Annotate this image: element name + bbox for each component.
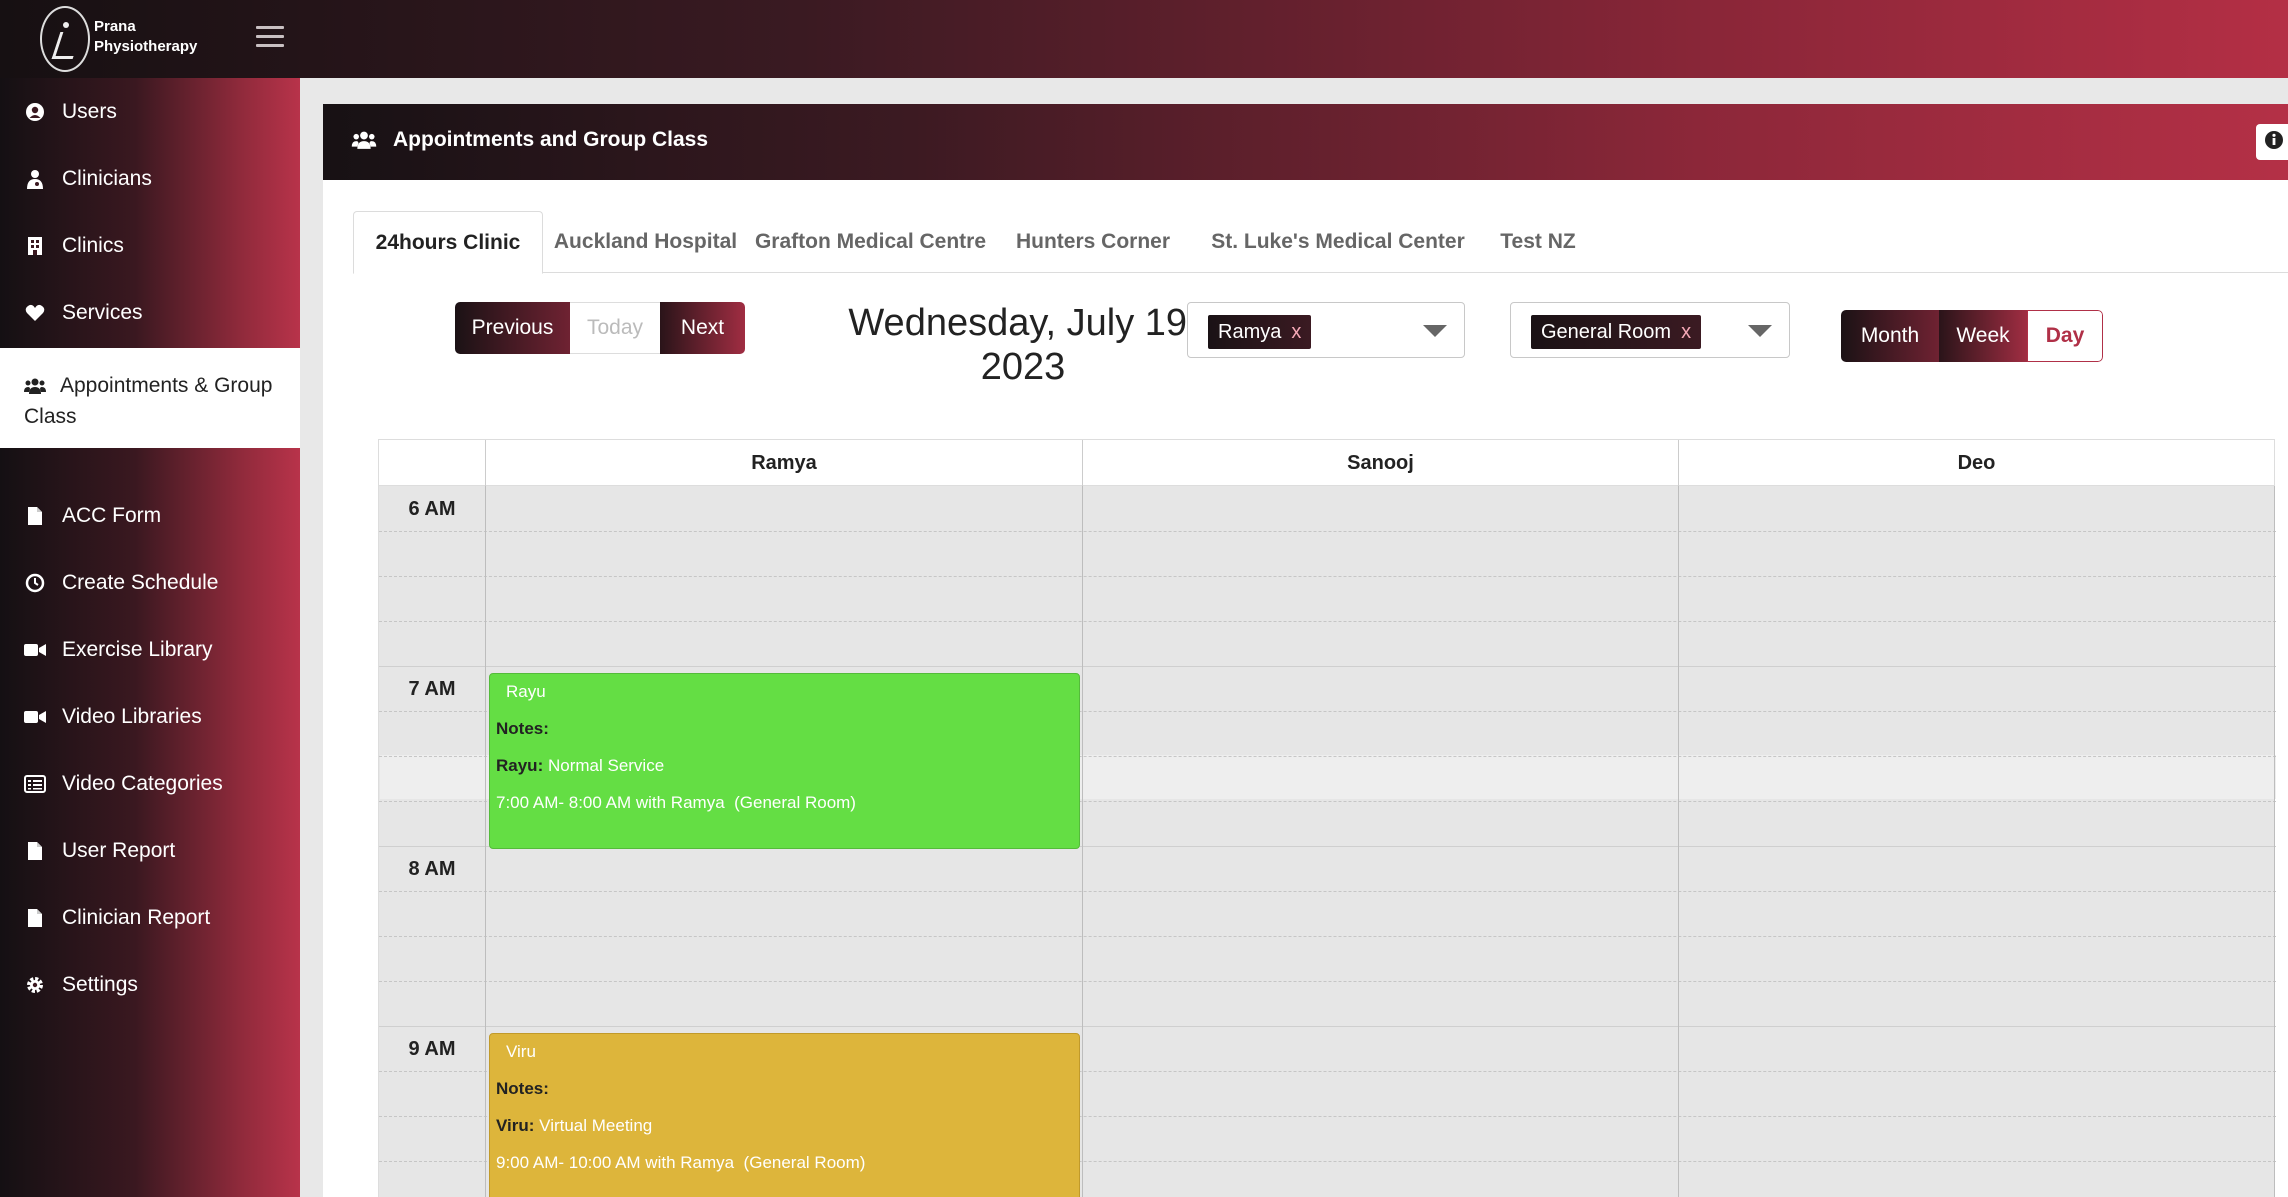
- day-calendar: Ramya Sanooj Deo 6 AM 7 AM 8 AM 9 AM Ray…: [378, 439, 2276, 1197]
- remove-clinician-button[interactable]: x: [1291, 321, 1301, 344]
- column-header-ramya: Ramya: [485, 440, 1082, 487]
- appointments-card: Appointments and Group Class 24hours Cli…: [323, 104, 2288, 1197]
- week-view-button[interactable]: Week: [1939, 310, 2027, 362]
- tab-st-lukes-medical-center[interactable]: St. Luke's Medical Center: [1193, 211, 1483, 273]
- page-title: Appointments and Group Class: [393, 128, 709, 151]
- date-title: Wednesday, July 19, 2023: [848, 302, 1198, 388]
- clinic-tabs: 24hours Clinic Auckland Hospital Grafton…: [353, 211, 2288, 274]
- hamburger-menu-icon[interactable]: [256, 26, 284, 48]
- time-label-8am: 8 AM: [408, 858, 456, 880]
- view-button-group: Month Week Day: [1841, 310, 2103, 362]
- info-button[interactable]: [2256, 124, 2288, 160]
- brand-name: Prana Physiotherapy: [94, 18, 198, 55]
- clinician-chip: Ramya x: [1208, 315, 1312, 349]
- sidebar-item-acc-form[interactable]: ACC Form: [0, 482, 300, 549]
- card-header: Appointments and Group Class: [323, 104, 2288, 180]
- clock-icon: [24, 572, 46, 594]
- clinician-select[interactable]: Ramya x: [1187, 302, 1465, 358]
- calendar-body: 6 AM 7 AM 8 AM 9 AM Rayu Notes: Rayu: No…: [378, 486, 2276, 1197]
- chevron-down-icon[interactable]: [1423, 325, 1447, 337]
- tab-hunters-corner[interactable]: Hunters Corner: [993, 211, 1193, 273]
- previous-button[interactable]: Previous: [455, 302, 570, 354]
- tab-grafton-medical-centre[interactable]: Grafton Medical Centre: [748, 211, 993, 273]
- column-header-deo: Deo: [1678, 440, 2274, 487]
- room-chip: General Room x: [1531, 315, 1702, 349]
- user-circle-icon: [24, 101, 46, 123]
- chevron-down-icon[interactable]: [1748, 325, 1772, 337]
- sidebar-item-settings[interactable]: Settings: [0, 951, 300, 1018]
- remove-room-button[interactable]: x: [1681, 321, 1691, 344]
- sidebar-item-video-categories[interactable]: Video Categories: [0, 750, 300, 817]
- video-icon: [24, 639, 46, 661]
- time-label-6am: 6 AM: [408, 498, 456, 520]
- heart-icon: [24, 302, 46, 324]
- users-icon: [351, 130, 377, 155]
- sidebar-item-user-report[interactable]: User Report: [0, 817, 300, 884]
- room-select[interactable]: General Room x: [1510, 302, 1790, 358]
- appointment-event[interactable]: Viru Notes: Viru: Virtual Meeting 9:00 A…: [489, 1033, 1080, 1197]
- sidebar-item-video-libraries[interactable]: Video Libraries: [0, 683, 300, 750]
- list-icon: [24, 773, 46, 795]
- month-view-button[interactable]: Month: [1841, 310, 1939, 362]
- prana-logo-icon[interactable]: [40, 6, 90, 72]
- tab-24hours-clinic[interactable]: 24hours Clinic: [353, 211, 543, 274]
- top-bar: Prana Physiotherapy: [0, 0, 2288, 78]
- sidebar-item-clinician-report[interactable]: Clinician Report: [0, 884, 300, 951]
- column-header-sanooj: Sanooj: [1082, 440, 1678, 487]
- sidebar-item-users[interactable]: Users: [0, 78, 300, 145]
- sidebar-item-clinicians[interactable]: Clinicians: [0, 145, 300, 212]
- sidebar-item-appointments[interactable]: Appointments & Group Class: [0, 348, 300, 448]
- user-doctor-icon: [24, 168, 46, 190]
- building-icon: [24, 235, 46, 257]
- sidebar-item-clinics[interactable]: Clinics: [0, 212, 300, 279]
- sidebar: Users Clinicians Clinics Services Appoin…: [0, 78, 300, 1197]
- info-icon: [2264, 130, 2284, 155]
- file-icon: [24, 840, 46, 862]
- sidebar-item-exercise-library[interactable]: Exercise Library: [0, 616, 300, 683]
- users-icon: [24, 375, 46, 397]
- today-button[interactable]: Today: [570, 302, 660, 354]
- time-label-7am: 7 AM: [408, 678, 456, 700]
- video-icon: [24, 706, 46, 728]
- next-button[interactable]: Next: [660, 302, 745, 354]
- gear-icon: [24, 974, 46, 996]
- sidebar-item-services[interactable]: Services: [0, 279, 300, 346]
- sidebar-item-create-schedule[interactable]: Create Schedule: [0, 549, 300, 616]
- time-label-9am: 9 AM: [408, 1038, 456, 1060]
- tab-test-nz[interactable]: Test NZ: [1483, 211, 1593, 273]
- file-icon: [24, 907, 46, 929]
- appointment-event[interactable]: Rayu Notes: Rayu: Normal Service 7:00 AM…: [489, 673, 1080, 849]
- nav-button-group: Previous Today Next: [455, 302, 745, 354]
- day-view-button[interactable]: Day: [2027, 310, 2103, 362]
- file-icon: [24, 505, 46, 527]
- tab-auckland-hospital[interactable]: Auckland Hospital: [543, 211, 748, 273]
- calendar-header: Ramya Sanooj Deo: [378, 439, 2275, 487]
